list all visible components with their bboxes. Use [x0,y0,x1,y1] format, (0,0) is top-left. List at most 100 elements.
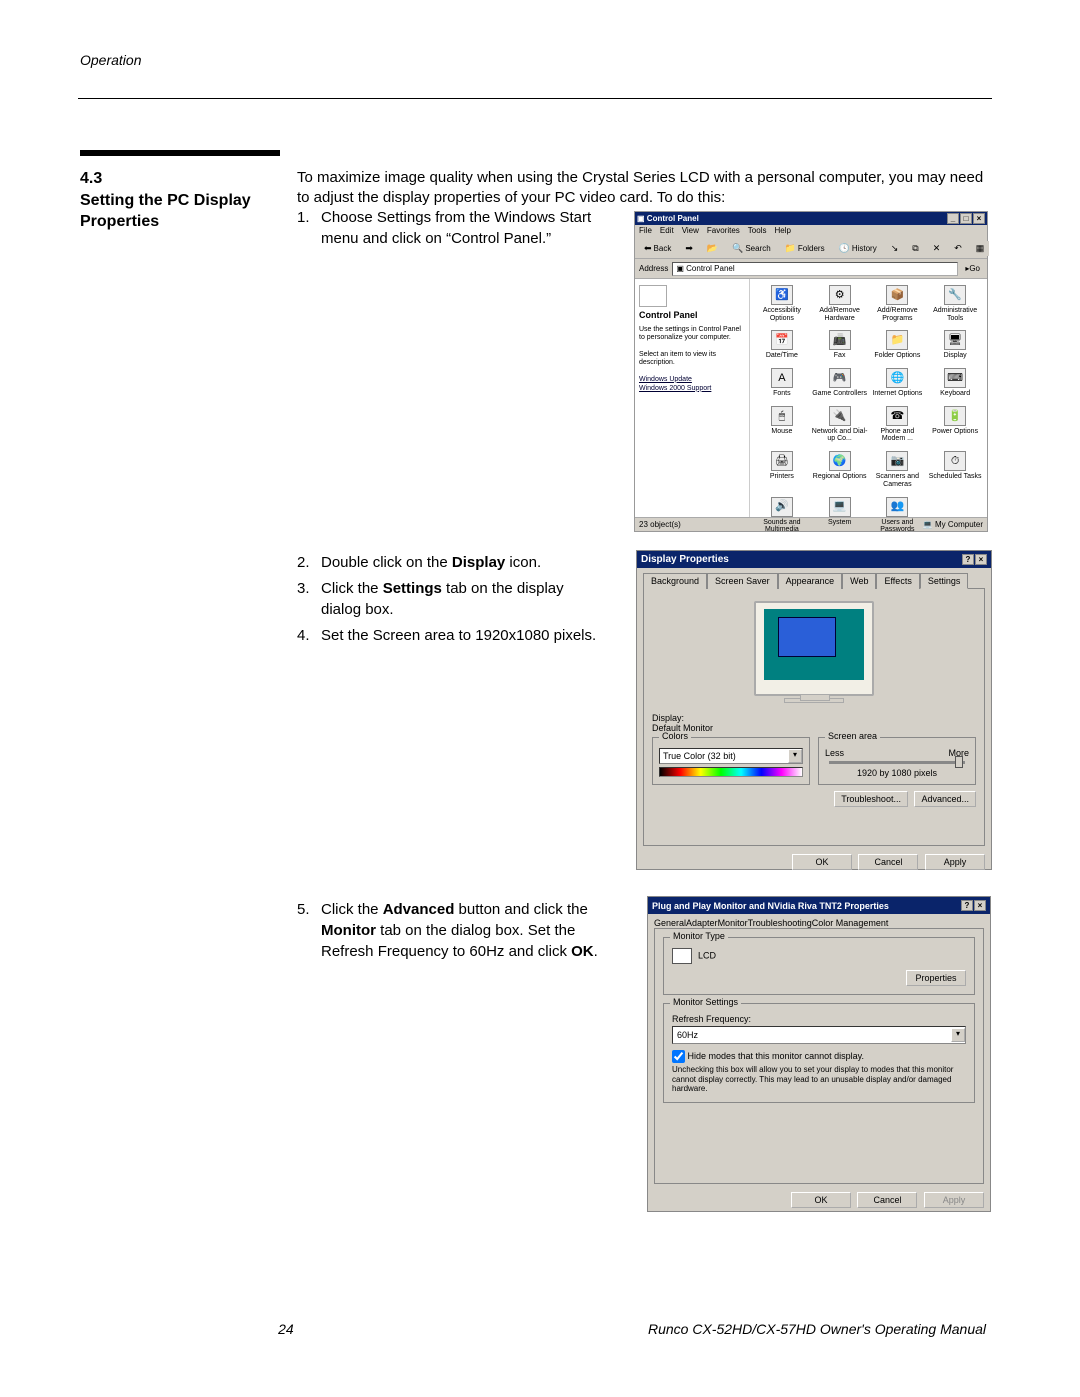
icon-label: Phone and Modem ... [870,428,926,443]
refresh-frequency-select[interactable]: 60Hz ▾ [672,1026,966,1044]
hide-modes-checkbox[interactable]: Hide modes that this monitor cannot disp… [672,1050,966,1063]
go-button[interactable]: ▸Go [962,263,983,274]
bold: Monitor [321,922,376,939]
link-windows-update[interactable]: Windows Update [639,376,745,383]
icon-label: Scanners and Cameras [870,473,926,488]
cancel-button[interactable]: Cancel [858,854,918,870]
cp-icon-phone-and-modem[interactable]: ☎Phone and Modem ... [870,406,926,443]
icon-label: Internet Options [870,390,926,398]
select-value: True Color (32 bit) [663,751,736,761]
views-button[interactable]: ▦ [971,241,990,256]
close-button[interactable]: × [974,900,986,911]
delete-button[interactable]: ✕ [928,241,946,256]
minimize-button[interactable]: _ [947,213,959,224]
cancel-button[interactable]: Cancel [857,1192,917,1208]
cp-icon-printers[interactable]: 🖨Printers [754,451,810,488]
properties-button[interactable]: Properties [906,970,966,986]
tab-monitor[interactable]: Monitor [718,918,748,928]
cp-icon-date-time[interactable]: 📅Date/Time [754,330,810,360]
label: Back [654,244,672,253]
help-button[interactable]: ? [962,554,974,565]
link-windows-2000-support[interactable]: Windows 2000 Support [639,385,745,392]
cp-icon-internet-options[interactable]: 🌐 Internet Options [870,368,926,398]
move-to-button[interactable]: ↘ [886,241,904,256]
close-button[interactable]: × [973,213,985,224]
cp-icon-users-and-passwords[interactable]: 👥Users and Passwords [870,497,926,534]
tab-web[interactable]: Web [842,573,876,589]
cp-icon-keyboard[interactable]: ⌨Keyboard [927,368,983,398]
monitor-icon [672,948,692,964]
apply-button[interactable]: Apply [925,854,985,870]
maximize-button[interactable]: □ [960,213,972,224]
tab-background[interactable]: Background [643,573,707,589]
cp-icon-sounds-and-multimedia[interactable]: 🔊Sounds and Multimedia [754,497,810,534]
menu-edit[interactable]: Edit [660,226,674,238]
icon-label: Mouse [754,428,810,436]
window-titlebar[interactable]: ▣ Control Panel _ □ × [635,212,987,225]
cp-icon-regional-options[interactable]: 🌍Regional Options [812,451,868,488]
close-button[interactable]: × [975,554,987,565]
advanced-button[interactable]: Advanced... [914,791,976,807]
copy-to-button[interactable]: ⧉ [907,241,923,256]
cp-icon-fax[interactable]: 📠Fax [812,330,868,360]
cp-icon-system[interactable]: 💻System [812,497,868,534]
cp-icon-accessibility-options[interactable]: ♿Accessibility Options [754,285,810,322]
dialog-titlebar[interactable]: Plug and Play Monitor and NVidia Riva TN… [648,897,990,914]
checkbox-input[interactable] [672,1050,685,1063]
cp-icon-mouse[interactable]: 🖱Mouse [754,406,810,443]
menu-file[interactable]: File [639,226,652,238]
tab-effects[interactable]: Effects [876,573,919,589]
ok-button[interactable]: OK [791,1192,851,1208]
slider-thumb[interactable] [955,756,963,768]
cp-icon-display[interactable]: 🖥Display [927,330,983,360]
troubleshoot-button[interactable]: Troubleshoot... [834,791,908,807]
app-icon: 🌐 [886,368,908,388]
tab-troubleshooting[interactable]: Troubleshooting [748,918,812,928]
bold: Advanced [383,901,455,918]
cp-icon-game-controllers[interactable]: 🎮Game Controllers [812,368,868,398]
forward-button[interactable]: ➡ [680,241,698,256]
menu-help[interactable]: Help [774,226,790,238]
icon-label: Display [927,352,983,360]
back-button[interactable]: ⬅Back [639,241,676,256]
address-input[interactable]: ▣ Control Panel [672,262,958,276]
icon-label: Fax [812,352,868,360]
undo-button[interactable]: ↶ [949,241,967,256]
cp-icon-power-options[interactable]: 🔋Power Options [927,406,983,443]
dialog-title: Display Properties [641,554,729,565]
tab-color-management[interactable]: Color Management [812,918,889,928]
color-depth-select[interactable]: True Color (32 bit) ▾ [659,748,803,764]
help-button[interactable]: ? [961,900,973,911]
icon-label: Keyboard [927,390,983,398]
menu-view[interactable]: View [682,226,699,238]
cp-icon-network-and-dial-up-co[interactable]: 🔌Network and Dial-up Co... [812,406,868,443]
tab-settings[interactable]: Settings [920,573,969,589]
apply-button[interactable]: Apply [924,1192,984,1208]
cp-icon-folder-options[interactable]: 📁Folder Options [870,330,926,360]
up-button[interactable]: 📂 [702,241,723,256]
bold: Settings [383,580,442,597]
history-button[interactable]: 🕓History [834,241,882,256]
ok-button[interactable]: OK [792,854,852,870]
menu-tools[interactable]: Tools [748,226,767,238]
cp-icon-scheduled-tasks[interactable]: ⏱Scheduled Tasks [927,451,983,488]
tab-screen-saver[interactable]: Screen Saver [707,573,778,589]
tab-adapter[interactable]: Adapter [686,918,718,928]
cp-icon-add-remove-hardware[interactable]: ⚙Add/Remove Hardware [812,285,868,322]
search-button[interactable]: 🔍Search [727,241,776,256]
tab-general[interactable]: General [654,918,686,928]
resolution-slider[interactable] [829,761,965,764]
menu-favorites[interactable]: Favorites [707,226,740,238]
cp-icon-add-remove-programs[interactable]: 📦Add/Remove Programs [870,285,926,322]
dialog-titlebar[interactable]: Display Properties ? × [637,551,991,568]
label: History [852,244,877,253]
tab-appearance[interactable]: Appearance [778,573,843,589]
dialog-footer: OK Cancel Apply [648,1190,990,1210]
folders-button[interactable]: 📁Folders [780,241,830,256]
app-icon: 💻 [829,497,851,517]
status-object-count: 23 object(s) [639,520,681,529]
cp-icon-fonts[interactable]: AFonts [754,368,810,398]
cp-icon-scanners-and-cameras[interactable]: 📷Scanners and Cameras [870,451,926,488]
icon-label: Date/Time [754,352,810,360]
cp-icon-administrative-tools[interactable]: 🔧Administrative Tools [927,285,983,322]
